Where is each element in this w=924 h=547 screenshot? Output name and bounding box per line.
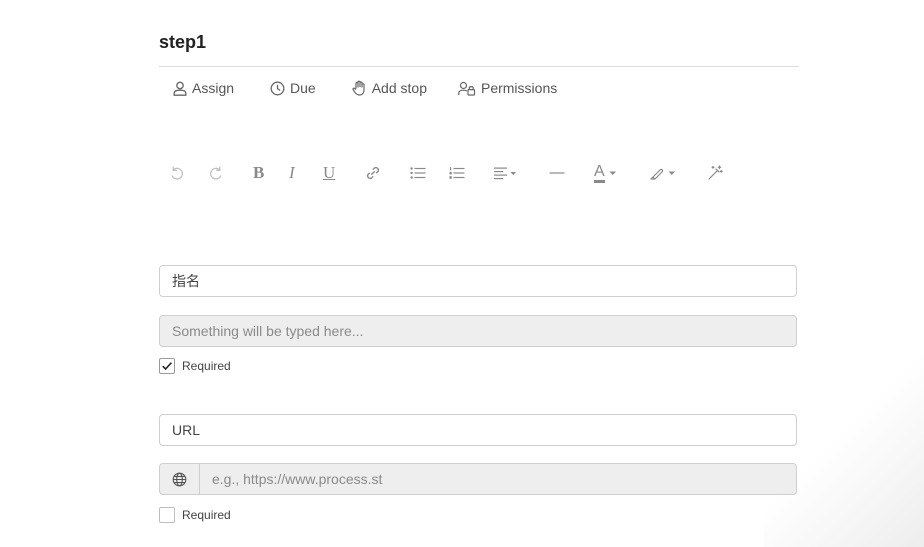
user-lock-icon xyxy=(458,81,476,96)
field-label-value: 指名 xyxy=(172,273,200,289)
numbered-list-icon xyxy=(449,167,465,179)
redo-icon xyxy=(209,166,222,180)
horizontal-rule-icon xyxy=(549,172,565,174)
url-preview-input: e.g., https://www.process.st xyxy=(159,463,797,495)
globe-icon xyxy=(172,472,187,486)
undo-icon xyxy=(171,166,184,180)
bold-glyph: B xyxy=(253,163,265,182)
align-dropdown[interactable] xyxy=(494,162,518,184)
italic-button[interactable]: I xyxy=(289,162,295,184)
url-required-toggle[interactable]: Required xyxy=(159,507,231,523)
url-label-value: URL xyxy=(172,422,201,438)
add-stop-label: Add stop xyxy=(371,80,427,96)
link-icon xyxy=(366,166,380,180)
step-title[interactable]: step1 xyxy=(159,32,206,53)
font-color-dropdown[interactable]: A xyxy=(594,162,618,184)
url-preview-placeholder: e.g., https://www.process.st xyxy=(212,471,383,487)
permissions-button[interactable]: Permissions xyxy=(458,80,557,96)
magic-wand-icon xyxy=(708,165,723,180)
field-label-input[interactable]: 指名 xyxy=(159,265,797,297)
chevron-down-icon xyxy=(668,171,675,175)
align-left-icon xyxy=(494,167,516,180)
chevron-down-icon xyxy=(609,171,616,175)
redo-button[interactable] xyxy=(208,162,224,184)
required-toggle[interactable]: Required xyxy=(159,358,231,374)
due-button[interactable]: Due xyxy=(270,80,316,96)
due-label: Due xyxy=(290,80,316,96)
highlight-dropdown[interactable] xyxy=(649,162,677,184)
italic-glyph: I xyxy=(289,163,295,182)
user-icon xyxy=(173,81,187,96)
url-required-checkbox[interactable] xyxy=(159,507,175,523)
numbered-list-button[interactable] xyxy=(449,162,465,184)
bullet-list-icon xyxy=(410,167,426,179)
underline-glyph: U xyxy=(323,163,336,182)
field-preview-placeholder: Something will be typed here... xyxy=(172,323,364,339)
highlighter-icon xyxy=(650,168,664,180)
checkmark-icon xyxy=(162,362,172,371)
assign-button[interactable]: Assign xyxy=(173,80,234,96)
link-button[interactable] xyxy=(365,162,381,184)
undo-button[interactable] xyxy=(169,162,185,184)
url-label-input[interactable]: URL xyxy=(159,414,797,446)
permissions-label: Permissions xyxy=(480,80,558,96)
background-shade xyxy=(764,347,924,547)
required-checkbox[interactable] xyxy=(159,358,175,374)
bullet-list-button[interactable] xyxy=(410,162,426,184)
step-actions-bar: Assign Due Add stop Permissions xyxy=(173,80,593,96)
underline-button[interactable]: U xyxy=(323,162,335,184)
title-divider xyxy=(159,66,799,67)
hand-stop-icon xyxy=(352,80,365,96)
clock-icon xyxy=(270,81,285,95)
required-label: Required xyxy=(182,359,231,373)
assign-label: Assign xyxy=(192,80,235,96)
url-addon xyxy=(160,464,200,494)
horizontal-rule-button[interactable] xyxy=(549,162,565,184)
clear-format-button[interactable] xyxy=(707,162,723,184)
font-color-glyph: A xyxy=(594,163,605,183)
bold-button[interactable]: B xyxy=(253,162,264,184)
url-required-label: Required xyxy=(182,508,231,522)
field-preview-input: Something will be typed here... xyxy=(159,315,797,347)
add-stop-button[interactable]: Add stop xyxy=(352,80,427,96)
